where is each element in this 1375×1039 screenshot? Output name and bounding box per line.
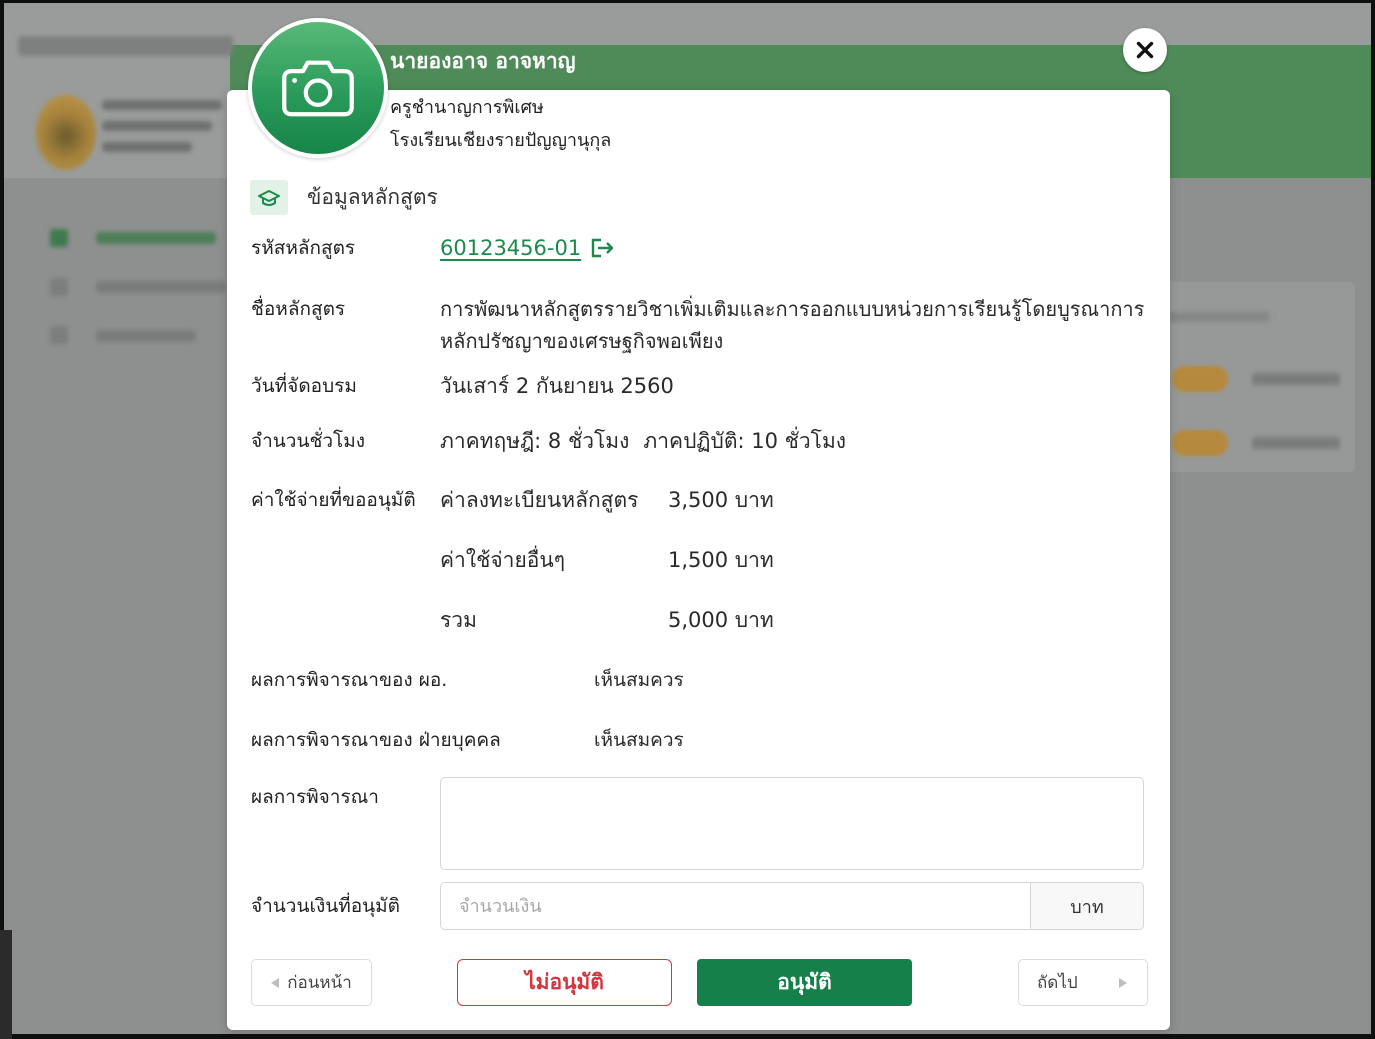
decision-label: ผลการพิจารณา: [251, 786, 379, 808]
course-name-value: การพัฒนาหลักสูตรรายวิชาเพิ่มเติมและการออ…: [440, 297, 1145, 353]
next-button-label: ถัดไป: [1037, 973, 1078, 993]
section-icon-box: [250, 180, 288, 215]
background-card-text: [1252, 373, 1340, 385]
course-code-label: รหัสหลักสูตร: [251, 237, 356, 259]
training-date-label: วันที่จัดอบรม: [251, 375, 357, 397]
approve-button[interactable]: อนุมัติ: [697, 959, 912, 1006]
desktop-edge: [0, 930, 12, 1039]
close-icon: [1136, 41, 1154, 59]
hr-review-value: เห็นสมควร: [594, 729, 684, 751]
background-status-pill: [1172, 366, 1228, 392]
expense-item-amount: 1,500 บาท: [668, 548, 774, 572]
previous-button[interactable]: ก่อนหน้า: [251, 959, 372, 1006]
background-card-header: [1160, 312, 1270, 322]
approved-amount-label: จำนวนเงินที่อนุมัติ: [251, 895, 400, 917]
hours-value: ภาคทฤษฎี: 8 ชั่วโมง ภาคปฏิบัติ: 10 ชั่วโ…: [440, 426, 846, 456]
background-status-pill: [1172, 430, 1228, 456]
background-sidebar-icon: [50, 326, 68, 344]
screen-frame: { "theme": { "overlay": "#8e908f", "bann…: [0, 0, 1375, 1039]
background-app-title: [18, 36, 233, 56]
hr-review-label: ผลการพิจารณาของ ฝ่ายบุคคล: [251, 729, 501, 751]
director-review-label: ผลการพิจารณาของ ผอ.: [251, 669, 448, 691]
amount-unit-addon: บาท: [1030, 883, 1143, 929]
reject-button[interactable]: ไม่อนุมัติ: [457, 959, 672, 1006]
background-card-text: [1252, 437, 1340, 449]
background-logo-text: [102, 121, 212, 131]
expense-item-amount: 3,500 บาท: [668, 488, 774, 512]
background-logo-text: [102, 100, 222, 110]
background-logo: [36, 95, 96, 170]
training-date-value: วันเสาร์ 2 กันยายน 2560: [440, 374, 674, 398]
approved-amount-group: บาท: [440, 882, 1144, 930]
background-sidebar-icon: [50, 278, 68, 296]
course-name-label: ชื่อหลักสูตร: [251, 298, 346, 320]
teacher-name: นายองอาจ อาจหาญ: [390, 49, 576, 73]
expense-total-amount: 5,000 บาท: [668, 608, 774, 632]
background-sidebar-icon: [50, 229, 68, 247]
teacher-school: โรงเรียนเชียงรายปัญญานุกุล: [390, 130, 612, 151]
expense-item-name: ค่าลงทะเบียนหลักสูตร: [440, 488, 639, 512]
approved-amount-input[interactable]: [441, 883, 1030, 929]
background-sidebar-item: [96, 232, 216, 244]
background-sidebar-item: [96, 330, 196, 342]
expenses-label: ค่าใช้จ่ายที่ขออนุมัติ: [251, 489, 416, 511]
theory-hours: ภาคทฤษฎี: 8 ชั่วโมง: [440, 429, 630, 453]
next-button[interactable]: ถัดไป: [1018, 959, 1148, 1006]
expense-item-name: ค่าใช้จ่ายอื่นๆ: [440, 548, 565, 572]
decision-textarea[interactable]: [440, 777, 1144, 870]
close-button[interactable]: [1123, 28, 1167, 72]
hours-label: จำนวนชั่วโมง: [251, 430, 366, 452]
course-code-link[interactable]: 60123456-01: [440, 233, 615, 263]
avatar[interactable]: [248, 18, 388, 158]
background-sidebar-item: [96, 281, 226, 293]
practice-hours: ภาคปฏิบัติ: 10 ชั่วโมง: [643, 429, 847, 453]
expense-total-label: รวม: [440, 608, 477, 632]
graduation-cap-icon: [258, 189, 280, 206]
director-review-value: เห็นสมควร: [594, 669, 684, 691]
triangle-left-icon: [271, 977, 280, 988]
background-logo-text: [102, 142, 192, 152]
teacher-position: ครูชำนาญการพิเศษ: [390, 97, 544, 118]
previous-button-label: ก่อนหน้า: [287, 973, 352, 993]
section-title: ข้อมูลหลักสูตร: [307, 185, 438, 209]
course-code-value: 60123456-01: [440, 236, 582, 260]
external-link-icon: [591, 238, 614, 258]
triangle-right-icon: [1119, 977, 1127, 988]
course-approval-modal: นายองอาจ อาจหาญ ครูชำนาญการพิเศษ โรงเรีย…: [227, 0, 1170, 1034]
camera-icon: [282, 60, 354, 117]
